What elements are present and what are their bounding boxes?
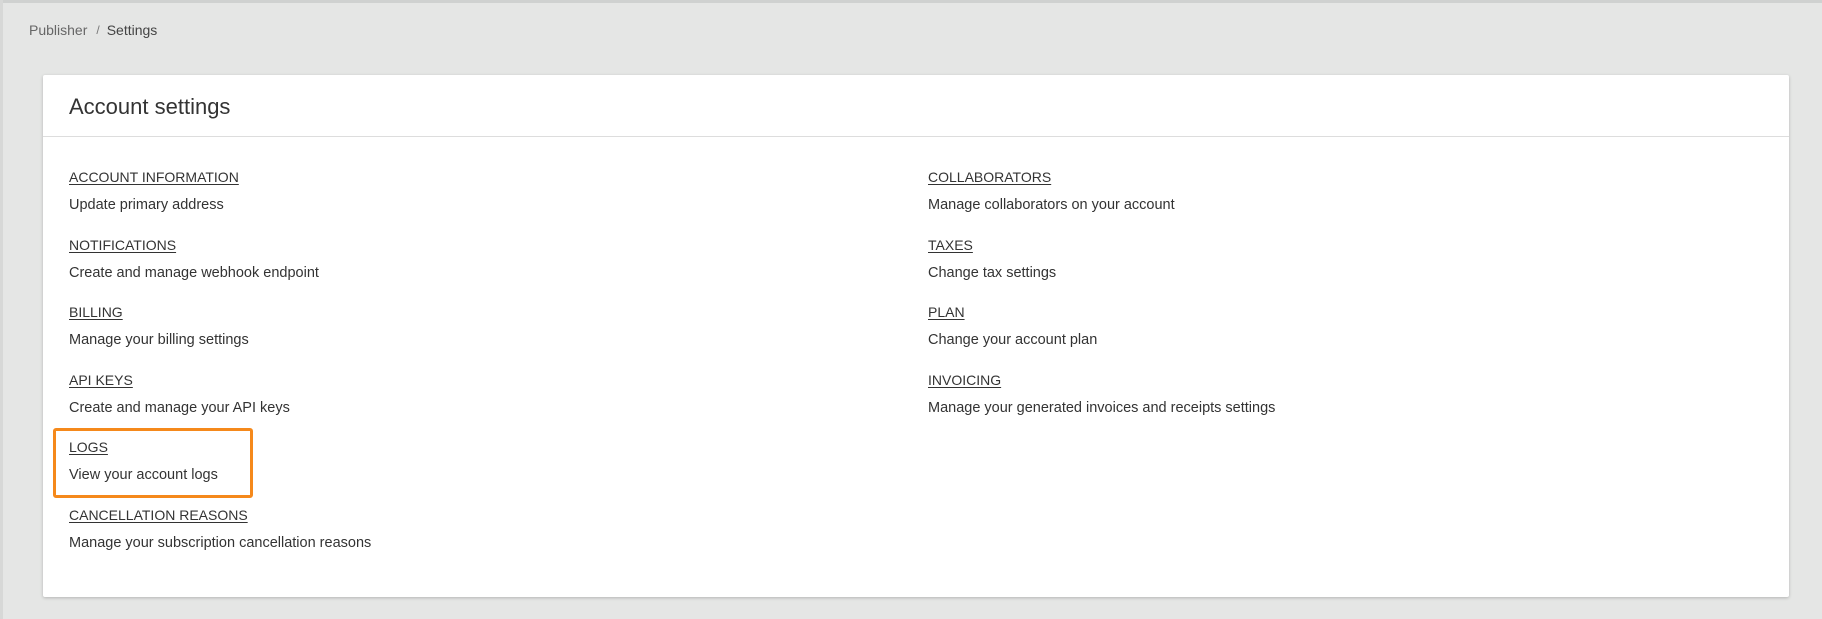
- api-keys-description: Create and manage your API keys: [69, 399, 290, 416]
- settings-item-taxes: TAXES Change tax settings: [928, 236, 1275, 304]
- settings-item-plan: PLAN Change your account plan: [928, 303, 1275, 371]
- breadcrumb: Publisher / Settings: [29, 22, 157, 38]
- invoicing-description: Manage your generated invoices and recei…: [928, 399, 1276, 416]
- page-title: Account settings: [69, 93, 231, 119]
- cancellation-reasons-description: Manage your subscription cancellation re…: [69, 534, 372, 551]
- window-left-border: [0, 0, 3, 619]
- account-information-link[interactable]: ACCOUNT INFORMATION: [69, 168, 239, 186]
- breadcrumb-separator: /: [96, 23, 100, 37]
- breadcrumb-current-settings: Settings: [106, 22, 158, 38]
- settings-item-notifications: NOTIFICATIONS Create and manage webhook …: [69, 236, 371, 304]
- settings-item-collaborators: COLLABORATORS Manage collaborators on yo…: [928, 168, 1275, 236]
- billing-description: Manage your billing settings: [69, 332, 249, 349]
- notifications-description: Create and manage webhook endpoint: [69, 264, 319, 281]
- collaborators-link[interactable]: COLLABORATORS: [928, 168, 1051, 186]
- window-top-border: [0, 0, 1822, 3]
- billing-link[interactable]: BILLING: [69, 303, 123, 321]
- account-settings-card: Account settings ACCOUNT INFORMATION Upd…: [43, 75, 1789, 597]
- settings-left-column: ACCOUNT INFORMATION Update primary addre…: [69, 168, 371, 574]
- taxes-link[interactable]: TAXES: [928, 236, 973, 254]
- collaborators-description: Manage collaborators on your account: [928, 197, 1175, 213]
- settings-right-column: COLLABORATORS Manage collaborators on yo…: [928, 168, 1275, 438]
- logs-description: View your account logs: [69, 467, 218, 484]
- account-information-description: Update primary address: [69, 197, 224, 213]
- settings-item-invoicing: INVOICING Manage your generated invoices…: [928, 371, 1275, 439]
- settings-item-billing: BILLING Manage your billing settings: [69, 303, 371, 371]
- breadcrumb-publisher-link[interactable]: Publisher: [29, 22, 87, 38]
- invoicing-link[interactable]: INVOICING: [928, 371, 1001, 389]
- plan-description: Change your account plan: [928, 332, 1098, 349]
- taxes-description: Change tax settings: [928, 264, 1057, 281]
- logs-link[interactable]: LOGS: [69, 438, 108, 456]
- settings-item-account-information: ACCOUNT INFORMATION Update primary addre…: [69, 168, 371, 236]
- settings-item-cancellation-reasons: CANCELLATION REASONS Manage your subscri…: [69, 506, 371, 574]
- plan-link[interactable]: PLAN: [928, 303, 965, 321]
- notifications-link[interactable]: NOTIFICATIONS: [69, 236, 176, 254]
- settings-item-logs: LOGS View your account logs: [69, 438, 371, 506]
- settings-item-api-keys: API KEYS Create and manage your API keys: [69, 371, 371, 439]
- card-header: Account settings: [43, 75, 1789, 137]
- api-keys-link[interactable]: API KEYS: [69, 371, 133, 389]
- cancellation-reasons-link[interactable]: CANCELLATION REASONS: [69, 506, 248, 524]
